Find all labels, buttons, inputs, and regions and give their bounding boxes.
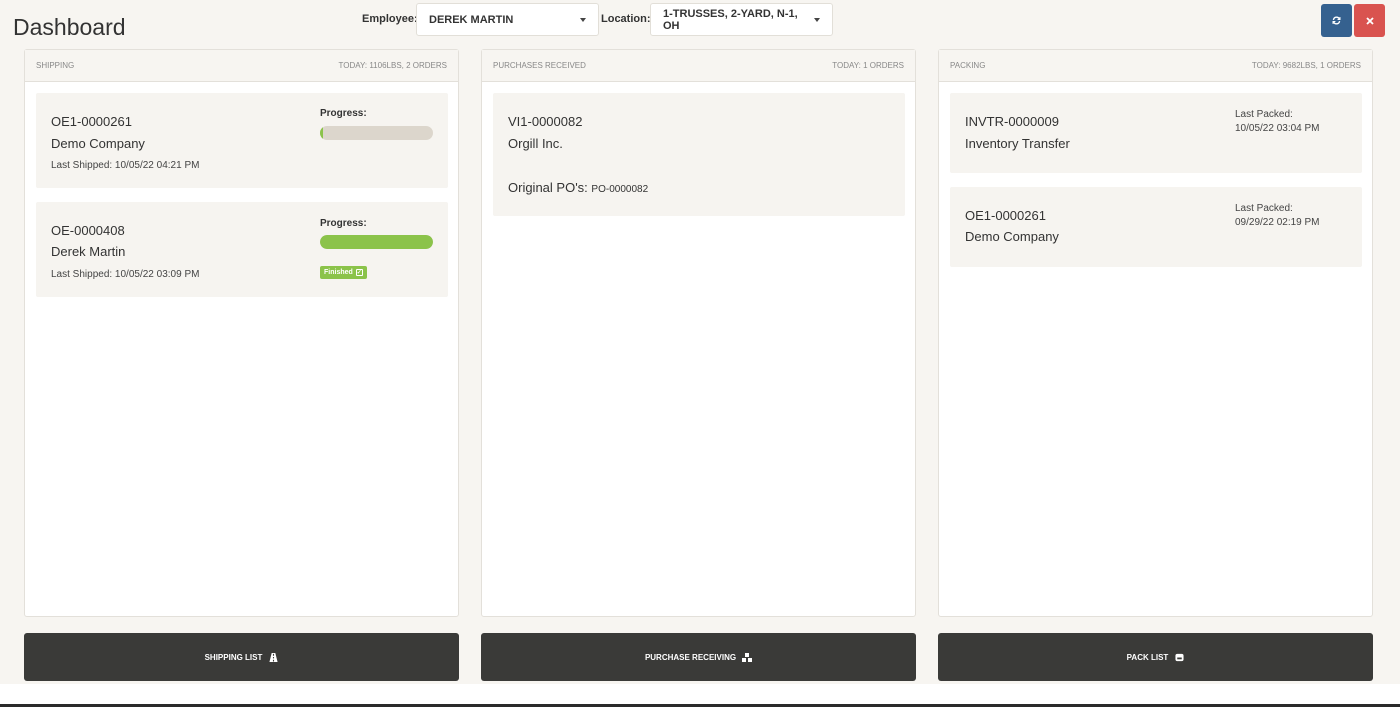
employee-select-value: DEREK MARTIN	[429, 13, 514, 26]
check-icon: ✓	[355, 269, 363, 276]
customer-name: Inventory Transfer	[965, 136, 1070, 151]
progress-bar	[320, 235, 433, 249]
last-packed: Last Packed: 10/05/22 03:04 PM	[1235, 108, 1320, 136]
employee-label: Employee:	[362, 13, 418, 25]
shipping-card[interactable]: OE1-0000261 Demo Company Last Shipped: 1…	[36, 93, 448, 188]
progress-label: Progress:	[320, 218, 367, 229]
last-packed: Last Packed: 09/29/22 02:19 PM	[1235, 202, 1320, 230]
packing-panel-header: PACKING TODAY: 9682LBS, 1 ORDERS	[939, 50, 1372, 82]
shipping-panel-title: SHIPPING	[36, 61, 75, 70]
last-packed-label: Last Packed:	[1235, 203, 1293, 214]
purchases-panel: PURCHASES RECEIVED TODAY: 1 ORDERS VI1-0…	[481, 49, 916, 617]
shipping-panel-header: SHIPPING TODAY: 1106LBS, 2 ORDERS	[25, 50, 458, 82]
purchase-receiving-button[interactable]: PURCHASE RECEIVING	[481, 633, 916, 681]
location-label: Location:	[601, 13, 651, 25]
customer-name: Derek Martin	[51, 244, 126, 259]
employee-select[interactable]: DEREK MARTIN	[416, 3, 599, 36]
progress-label: Progress:	[320, 108, 367, 119]
last-shipped: Last Shipped: 10/05/22 03:09 PM	[51, 269, 200, 280]
box-icon	[1174, 652, 1184, 662]
purchase-receiving-label: PURCHASE RECEIVING	[644, 652, 737, 662]
original-po-value: PO-0000082	[591, 184, 649, 195]
order-id: OE1-0000261	[51, 114, 132, 129]
shipping-list-label: SHIPPING LIST	[204, 652, 263, 662]
shipping-panel: SHIPPING TODAY: 1106LBS, 2 ORDERS OE1-00…	[24, 49, 459, 617]
progress-bar	[320, 126, 433, 140]
refresh-button[interactable]	[1321, 4, 1352, 37]
packing-card[interactable]: INVTR-0000009 Inventory Transfer Last Pa…	[950, 93, 1362, 173]
purchase-card[interactable]: VI1-0000082 Orgill Inc. Original PO's: P…	[493, 93, 905, 216]
purchases-panel-summary: TODAY: 1 ORDERS	[832, 61, 904, 70]
order-id: OE-0000408	[51, 223, 125, 238]
last-packed-value: 10/05/22 03:04 PM	[1235, 123, 1320, 134]
shipping-card[interactable]: OE-0000408 Derek Martin Last Shipped: 10…	[36, 202, 448, 297]
chevron-down-icon	[580, 17, 586, 22]
last-shipped: Last Shipped: 10/05/22 04:21 PM	[51, 160, 200, 171]
packing-panel: PACKING TODAY: 9682LBS, 1 ORDERS INVTR-0…	[938, 49, 1373, 617]
progress-bar-fill	[320, 126, 324, 140]
road-icon	[268, 652, 278, 662]
cubes-icon	[742, 652, 753, 662]
order-id: INVTR-0000009	[965, 114, 1059, 129]
purchases-panel-title: PURCHASES RECEIVED	[493, 61, 586, 70]
vendor-name: Orgill Inc.	[508, 136, 563, 151]
close-icon	[1365, 16, 1374, 25]
customer-name: Demo Company	[965, 229, 1059, 244]
receipt-id: VI1-0000082	[508, 114, 583, 129]
refresh-icon	[1332, 16, 1341, 25]
dashboard-page: Dashboard Employee: DEREK MARTIN Locatio…	[0, 0, 1400, 684]
packing-panel-title: PACKING	[950, 61, 986, 70]
location-select[interactable]: 1-TRUSSES, 2-YARD, N-1, OH	[650, 3, 833, 36]
close-button[interactable]	[1354, 4, 1385, 37]
shipping-list-button[interactable]: SHIPPING LIST	[24, 633, 459, 681]
pack-list-label: PACK LIST	[1126, 652, 1169, 662]
purchases-panel-header: PURCHASES RECEIVED TODAY: 1 ORDERS	[482, 50, 915, 82]
order-id: OE1-0000261	[965, 208, 1046, 223]
last-packed-value: 09/29/22 02:19 PM	[1235, 217, 1320, 228]
original-po-label: Original PO's:	[508, 180, 588, 195]
progress-bar-fill	[320, 235, 433, 249]
finished-badge: Finished ✓	[320, 266, 367, 279]
pack-list-button[interactable]: PACK LIST	[938, 633, 1373, 681]
original-po: Original PO's: PO-0000082	[508, 180, 648, 195]
finished-badge-label: Finished	[324, 269, 353, 276]
location-select-value: 1-TRUSSES, 2-YARD, N-1, OH	[663, 7, 798, 32]
packing-card[interactable]: OE1-0000261 Demo Company Last Packed: 09…	[950, 187, 1362, 267]
shipping-panel-summary: TODAY: 1106LBS, 2 ORDERS	[338, 61, 448, 70]
chevron-down-icon	[814, 17, 820, 22]
last-packed-label: Last Packed:	[1235, 109, 1293, 120]
page-title: Dashboard	[13, 14, 126, 40]
customer-name: Demo Company	[51, 136, 145, 151]
packing-panel-summary: TODAY: 9682LBS, 1 ORDERS	[1251, 61, 1361, 70]
